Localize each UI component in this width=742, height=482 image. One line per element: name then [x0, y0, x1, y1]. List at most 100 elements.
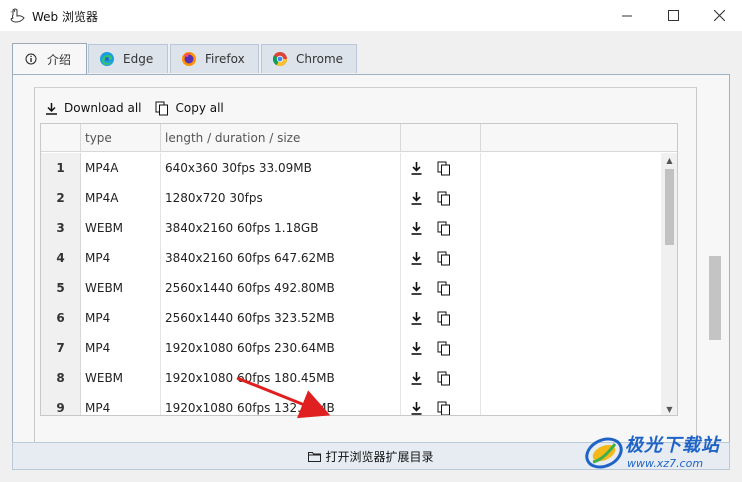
copy-icon[interactable]: [435, 399, 453, 415]
row-number: 2: [41, 183, 81, 213]
row-extra: [481, 303, 677, 333]
row-info: 3840x2160 60fps 1.18GB: [161, 213, 401, 243]
tab-edge-label: Edge: [123, 52, 154, 66]
chrome-icon: [272, 51, 288, 67]
download-icon[interactable]: [407, 309, 425, 327]
row-actions: [401, 153, 481, 183]
table-row: 2 MP4A 1280x720 30fps: [41, 183, 677, 213]
row-number: 6: [41, 303, 81, 333]
row-extra: [481, 243, 677, 273]
row-number: 5: [41, 273, 81, 303]
tab-chrome[interactable]: Chrome: [261, 44, 357, 73]
row-type: MP4: [81, 333, 161, 363]
tab-panel: Download all Copy all type length / dura…: [12, 74, 730, 463]
table-vertical-scrollbar[interactable]: ▲ ▼: [661, 153, 677, 415]
download-icon[interactable]: [407, 279, 425, 297]
row-number: 9: [41, 393, 81, 415]
row-type: WEBM: [81, 363, 161, 393]
watermark-logo-icon: [585, 437, 623, 469]
row-type: MP4A: [81, 153, 161, 183]
copy-icon[interactable]: [435, 189, 453, 207]
video-table: type length / duration / size 1 MP4A 640x3…: [40, 123, 678, 416]
edge-icon: [99, 51, 115, 67]
row-extra: [481, 393, 677, 415]
table-row: 6 MP4 2560x1440 60fps 323.52MB: [41, 303, 677, 333]
header-type: type: [81, 124, 161, 152]
tab-firefox-label: Firefox: [205, 52, 245, 66]
copy-icon[interactable]: [435, 219, 453, 237]
row-actions: [401, 363, 481, 393]
copy-icon[interactable]: [435, 369, 453, 387]
row-actions: [401, 393, 481, 415]
tab-edge[interactable]: Edge: [88, 44, 168, 73]
row-number: 1: [41, 153, 81, 183]
panel-scroll-thumb[interactable]: [709, 256, 721, 340]
header-length: length / duration / size: [161, 124, 401, 152]
row-info: 3840x2160 60fps 647.62MB: [161, 243, 401, 273]
row-info: 1920x1080 60fps 230.64MB: [161, 333, 401, 363]
download-all-label: Download all: [64, 101, 142, 115]
copy-all-button[interactable]: Copy all: [155, 101, 224, 116]
toolbar: Download all Copy all: [45, 98, 238, 118]
table-row: 8 WEBM 1920x1080 60fps 180.45MB: [41, 363, 677, 393]
row-extra: [481, 363, 677, 393]
row-extra: [481, 153, 677, 183]
download-icon[interactable]: [407, 249, 425, 267]
tab-intro[interactable]: 介绍: [12, 43, 87, 74]
row-info: 1920x1080 60fps 132.43MB: [161, 393, 401, 415]
close-icon: [713, 10, 725, 21]
download-icon[interactable]: [407, 219, 425, 237]
info-icon: [23, 51, 39, 67]
copy-icon[interactable]: [435, 249, 453, 267]
window-title: Web 浏览器: [32, 10, 98, 24]
scroll-down-arrow-icon[interactable]: ▼: [661, 402, 677, 415]
table-row: 9 MP4 1920x1080 60fps 132.43MB: [41, 393, 677, 415]
table-header: type length / duration / size: [41, 124, 677, 152]
row-number: 7: [41, 333, 81, 363]
download-icon[interactable]: [407, 369, 425, 387]
open-extension-dir-label: 打开浏览器扩展目录: [325, 449, 434, 464]
row-actions: [401, 183, 481, 213]
app-goose-icon: [10, 8, 25, 23]
row-type: WEBM: [81, 273, 161, 303]
row-number: 3: [41, 213, 81, 243]
header-extra: [481, 124, 677, 152]
maximize-button[interactable]: [650, 0, 696, 31]
header-num: [41, 124, 81, 152]
row-number: 4: [41, 243, 81, 273]
download-icon[interactable]: [407, 189, 425, 207]
copy-icon[interactable]: [435, 159, 453, 177]
download-icon[interactable]: [407, 399, 425, 415]
watermark-url: www.xz7.com: [627, 457, 704, 470]
row-actions: [401, 243, 481, 273]
row-type: MP4A: [81, 183, 161, 213]
scroll-up-arrow-icon[interactable]: ▲: [661, 153, 677, 167]
maximize-icon: [667, 10, 679, 21]
tab-firefox[interactable]: Firefox: [170, 44, 259, 73]
table-row: 5 WEBM 2560x1440 60fps 492.80MB: [41, 273, 677, 303]
row-actions: [401, 303, 481, 333]
copy-icon[interactable]: [435, 279, 453, 297]
row-type: WEBM: [81, 213, 161, 243]
title-bar: Web 浏览器: [0, 0, 742, 31]
row-number: 8: [41, 363, 81, 393]
folder-icon: [308, 451, 322, 462]
download-all-button[interactable]: Download all: [45, 101, 141, 115]
watermark-name: 极光下载站: [625, 435, 720, 456]
minimize-icon: [621, 15, 632, 17]
copy-icon[interactable]: [435, 309, 453, 327]
copy-icon[interactable]: [435, 339, 453, 357]
table-row: 1 MP4A 640x360 30fps 33.09MB: [41, 153, 677, 183]
row-info: 640x360 30fps 33.09MB: [161, 153, 401, 183]
client-area: 介绍 Edge Firefox Chrome Download all Copy…: [0, 31, 742, 482]
download-icon[interactable]: [407, 339, 425, 357]
close-button[interactable]: [696, 0, 742, 31]
row-type: MP4: [81, 243, 161, 273]
row-info: 1920x1080 60fps 180.45MB: [161, 363, 401, 393]
copy-all-label: Copy all: [175, 101, 224, 115]
download-icon[interactable]: [407, 159, 425, 177]
row-type: MP4: [81, 303, 161, 333]
scroll-thumb[interactable]: [665, 169, 674, 245]
minimize-button[interactable]: [604, 0, 650, 31]
row-actions: [401, 273, 481, 303]
